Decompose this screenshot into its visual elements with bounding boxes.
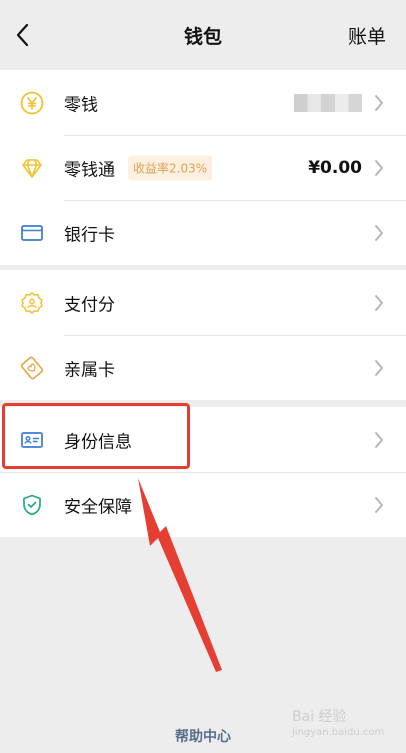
item-label: 亲属卡 bbox=[64, 360, 115, 380]
item-label: 零钱 bbox=[64, 95, 98, 115]
family-card-icon bbox=[20, 356, 44, 380]
item-label: 支付分 bbox=[64, 295, 115, 315]
item-label: 零钱通 bbox=[64, 160, 115, 180]
chevron-right-icon bbox=[374, 159, 384, 176]
yuan-coin-icon bbox=[20, 91, 44, 115]
balance-amount: ¥0.00 bbox=[308, 157, 362, 178]
hidden-balance bbox=[294, 93, 362, 112]
watermark: Bai 经验 jingyan.baidu.com bbox=[292, 706, 384, 738]
bank-card-icon bbox=[20, 221, 44, 245]
top-bar: 钱包 账单 bbox=[0, 0, 406, 70]
chevron-right-icon bbox=[374, 94, 384, 111]
chevron-right-icon bbox=[374, 224, 384, 241]
chevron-right-icon bbox=[374, 294, 384, 311]
yield-rate-badge: 收益率2.03% bbox=[128, 155, 213, 180]
list-item-bank-card[interactable]: 银行卡 bbox=[0, 200, 406, 265]
page-title: 钱包 bbox=[183, 26, 222, 48]
watermark-domain: jingyan.baidu.com bbox=[292, 727, 385, 738]
chevron-right-icon bbox=[374, 431, 384, 448]
wallet-balance-group: 零钱 零钱通 收益率2.03% ¥0.00 银行卡 bbox=[0, 70, 406, 265]
services-group: 支付分 亲属卡 bbox=[0, 270, 406, 400]
list-item-change[interactable]: 零钱 bbox=[0, 70, 406, 135]
annotation-arrow bbox=[138, 478, 222, 672]
list-item-lingqiantong[interactable]: 零钱通 收益率2.03% ¥0.00 bbox=[0, 135, 406, 200]
bill-button[interactable]: 账单 bbox=[348, 22, 386, 49]
list-item-family-card[interactable]: 亲属卡 bbox=[0, 335, 406, 400]
list-item-pay-score[interactable]: 支付分 bbox=[0, 270, 406, 335]
chevron-right-icon bbox=[374, 496, 384, 513]
item-label: 银行卡 bbox=[64, 225, 115, 245]
watermark-logo: Bai 经验 bbox=[292, 709, 347, 725]
diamond-icon bbox=[20, 156, 44, 180]
annotation-highlight-box bbox=[2, 403, 190, 469]
shield-icon bbox=[20, 493, 44, 517]
pay-score-icon bbox=[20, 291, 44, 315]
item-label: 安全保障 bbox=[64, 497, 132, 517]
chevron-right-icon bbox=[374, 359, 384, 376]
